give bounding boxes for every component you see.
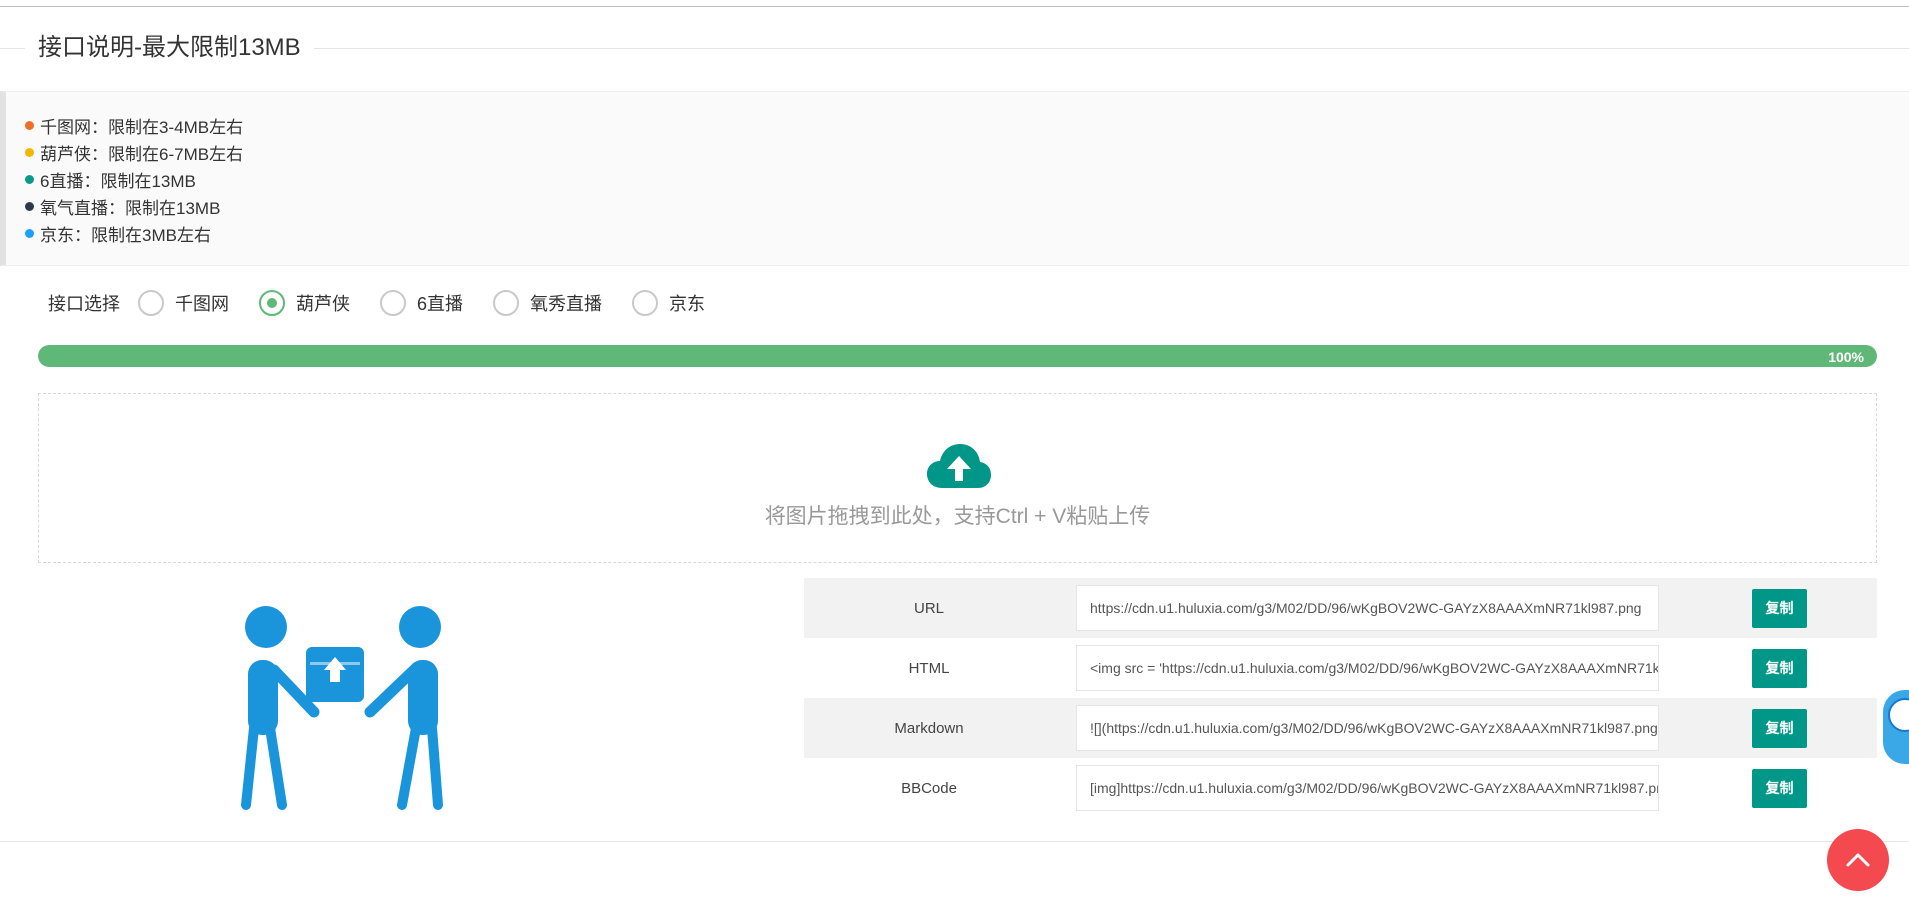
radio-yangxiu[interactable]: 氧秀直播 (493, 290, 602, 316)
back-to-top-button[interactable] (1827, 829, 1889, 891)
copy-markdown-button[interactable]: 复制 (1752, 708, 1807, 748)
copy-url-button[interactable]: 复制 (1752, 588, 1807, 628)
bottom-divider (0, 841, 1909, 842)
result-row-markdown: Markdown ![](https://cdn.u1.huluxia.com/… (804, 698, 1877, 758)
people-box-handover-illustration (241, 606, 443, 810)
radio-checked-icon[interactable] (259, 290, 285, 316)
notice-item: 千图网：限制在3-4MB左右 (25, 112, 1909, 139)
bullet-dot-icon (25, 202, 34, 211)
section-title: 接口说明-最大限制13MB (25, 34, 314, 62)
side-mascot-widget[interactable] (1883, 690, 1909, 764)
bullet-dot-icon (25, 148, 34, 157)
radio-huluxia[interactable]: 葫芦侠 (259, 290, 350, 316)
notice-item-text: 氧气直播：限制在13MB (40, 199, 221, 218)
radio-label[interactable]: 6直播 (417, 290, 463, 316)
notice-item-text: 葫芦侠：限制在6-7MB左右 (40, 145, 244, 164)
radio-label[interactable]: 京东 (669, 290, 705, 316)
progress-fill: 100% (38, 345, 1877, 367)
result-label: HTML (908, 659, 950, 677)
copy-html-button[interactable]: 复制 (1752, 648, 1807, 688)
html-output-field[interactable]: <img src = 'https://cdn.u1.huluxia.com/g… (1076, 645, 1659, 691)
result-label: Markdown (894, 719, 964, 737)
bullet-dot-icon (25, 229, 34, 238)
radio-qiantu[interactable]: 千图网 (138, 290, 229, 316)
notice-item-text: 千图网：限制在3-4MB左右 (40, 118, 244, 137)
notice-item: 葫芦侠：限制在6-7MB左右 (25, 139, 1909, 166)
radio-circle-icon[interactable] (380, 290, 406, 316)
mascot-face-icon (1888, 698, 1909, 732)
upload-dropzone[interactable]: 将图片拖拽到此处，支持Ctrl + V粘贴上传 (38, 393, 1877, 563)
api-select-label: 接口选择 (48, 294, 120, 314)
radio-circle-icon[interactable] (632, 290, 659, 316)
top-divider (0, 6, 1909, 7)
radio-6zhibo[interactable]: 6直播 (380, 290, 463, 316)
bullet-dot-icon (25, 175, 34, 184)
upload-progress-bar: 100% (38, 345, 1877, 367)
notice-item: 京东：限制在3MB左右 (25, 220, 1909, 247)
radio-circle-icon[interactable] (493, 290, 520, 316)
url-output-field[interactable]: https://cdn.u1.huluxia.com/g3/M02/DD/96/… (1076, 585, 1659, 631)
notice-item: 氧气直播：限制在13MB (25, 193, 1909, 220)
api-select-group: 接口选择 千图网 葫芦侠 6直播 氧秀直播 京东 (48, 287, 735, 319)
bbcode-output-field[interactable]: [img]https://cdn.u1.huluxia.com/g3/M02/D… (1076, 765, 1659, 811)
dropzone-hint: 将图片拖拽到此处，支持Ctrl + V粘贴上传 (764, 505, 1151, 528)
notice-item: 6直播：限制在13MB (25, 166, 1909, 193)
result-links-table: URL https://cdn.u1.huluxia.com/g3/M02/DD… (804, 578, 1877, 818)
radio-label[interactable]: 氧秀直播 (530, 290, 602, 316)
radio-circle-icon[interactable] (138, 290, 164, 316)
cloud-upload-icon (927, 444, 991, 488)
radio-label[interactable]: 千图网 (175, 290, 229, 316)
radio-label[interactable]: 葫芦侠 (296, 290, 350, 316)
bullet-dot-icon (25, 121, 34, 130)
notice-item-text: 京东：限制在3MB左右 (40, 226, 211, 245)
section-divider: 接口说明-最大限制13MB (0, 34, 1909, 62)
notice-item-text: 6直播：限制在13MB (40, 172, 196, 191)
notice-box: 千图网：限制在3-4MB左右 葫芦侠：限制在6-7MB左右 6直播：限制在13M… (0, 91, 1909, 266)
result-row-url: URL https://cdn.u1.huluxia.com/g3/M02/DD… (804, 578, 1877, 638)
result-row-bbcode: BBCode [img]https://cdn.u1.huluxia.com/g… (804, 758, 1877, 818)
result-label: BBCode (901, 779, 957, 797)
chevron-up-icon (1846, 853, 1870, 867)
markdown-output-field[interactable]: ![](https://cdn.u1.huluxia.com/g3/M02/DD… (1076, 705, 1659, 751)
radio-jingdong[interactable]: 京东 (632, 290, 705, 316)
result-row-html: HTML <img src = 'https://cdn.u1.huluxia.… (804, 638, 1877, 698)
copy-bbcode-button[interactable]: 复制 (1752, 768, 1807, 808)
result-label: URL (913, 599, 944, 617)
progress-percent: 100% (1828, 349, 1864, 365)
